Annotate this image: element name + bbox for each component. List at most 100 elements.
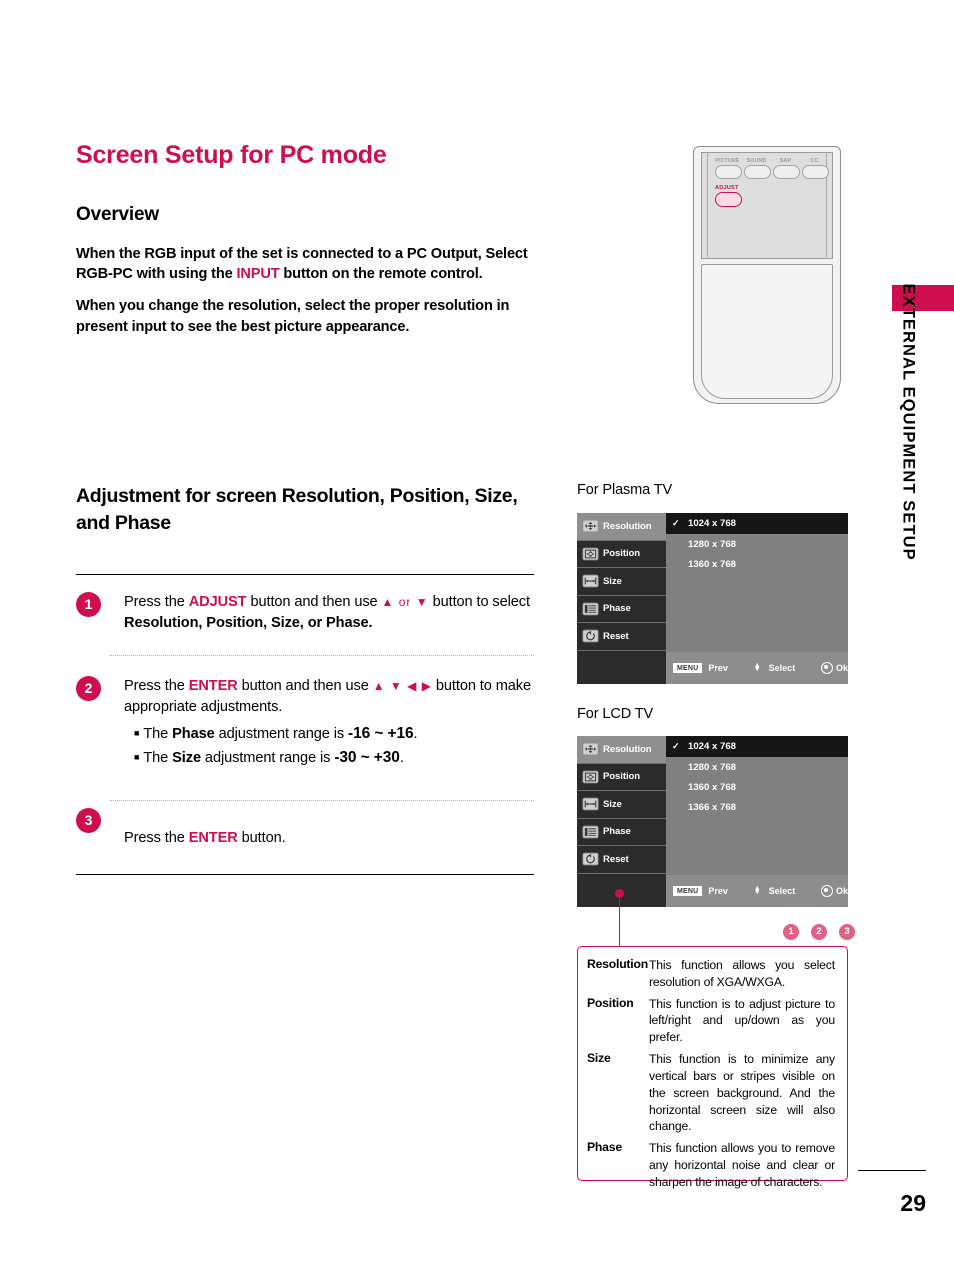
osd-item-phase[interactable]: Phase	[577, 596, 666, 623]
sound-button-cap	[744, 165, 771, 179]
adjust-button-label: ADJUST	[715, 185, 739, 191]
footer-prev[interactable]: MENU Prev	[673, 663, 728, 673]
bullet-square-icon: ■	[134, 728, 140, 739]
remote-sap-button[interactable]: SAP	[773, 158, 800, 179]
step-3-number: 3	[76, 808, 101, 833]
marker-2: 2	[811, 924, 827, 940]
bullet-2-term: Size	[172, 750, 201, 767]
osd-option-label: 1024 x 768	[688, 741, 737, 752]
footer-select[interactable]: ▲ ▼ Select	[754, 662, 796, 673]
lcd-osd-options: ✓ 1024 x 768 1280 x 768 1360 x 768 1366 …	[666, 736, 848, 907]
cc-button-cap	[802, 165, 829, 179]
step-2-number: 2	[76, 676, 101, 701]
osd-label-resolution: Resolution	[603, 520, 652, 532]
osd-item-reset[interactable]: Reset	[577, 623, 666, 651]
adjust-keyword: ADJUST	[188, 594, 247, 610]
ok-label: Ok	[835, 886, 848, 896]
bullet-1-range: -16 ~ +16	[348, 725, 414, 743]
osd-item-size[interactable]: Size	[577, 791, 666, 819]
marker-1: 1	[783, 924, 799, 940]
step-1-part3: button to select	[428, 594, 530, 610]
page-title: Screen Setup for PC mode	[76, 141, 387, 169]
remote-lower-panel	[701, 264, 833, 399]
osd-label-position: Position	[603, 771, 641, 783]
osd-item-resolution[interactable]: Resolution	[577, 513, 666, 541]
phase-bars-icon	[582, 602, 599, 616]
bullet-2-post: .	[399, 750, 404, 767]
osd-option[interactable]: 1360 x 768	[666, 777, 848, 797]
description-resolution: Resolution This function allows you sele…	[587, 957, 835, 991]
osd-option[interactable]: 1366 x 768	[666, 797, 848, 817]
osd-option[interactable]: 1280 x 768	[666, 534, 848, 554]
osd-option-label: 1366 x 768	[688, 801, 737, 813]
plasma-osd-footer: MENU Prev ▲ ▼ Select Ok	[666, 652, 848, 684]
step-2-part1: Press the	[124, 678, 189, 694]
select-label: Select	[768, 663, 796, 673]
description-text: This function allows you select resoluti…	[649, 958, 835, 989]
footer-ok[interactable]: Ok	[820, 885, 848, 897]
description-phase: Phase This function allows you to remove…	[587, 1140, 835, 1190]
osd-option[interactable]: 1280 x 768	[666, 757, 848, 777]
step-3-text: Press the ENTER button.	[124, 808, 538, 849]
input-keyword: INPUT	[236, 266, 280, 283]
osd-item-position[interactable]: Position	[577, 764, 666, 791]
step-3-part1: Press the	[124, 830, 189, 846]
step-1-bold-items: Resolution, Position, Size, or Phase.	[124, 615, 373, 632]
four-way-arrow-icon	[582, 519, 599, 533]
ok-label: Ok	[835, 663, 848, 673]
osd-option-selected[interactable]: ✓ 1024 x 768	[666, 513, 848, 534]
bullet-2-range: -30 ~ +30	[334, 749, 400, 767]
position-frame-icon	[582, 770, 599, 784]
osd-option-selected[interactable]: ✓ 1024 x 768	[666, 736, 848, 757]
remote-sound-button[interactable]: SOUND	[744, 158, 771, 179]
remote-adjust-button[interactable]: ADJUST	[715, 185, 747, 207]
remote-cc-button[interactable]: CC	[802, 158, 829, 179]
description-term: Size	[587, 1051, 611, 1066]
remote-button-row: PICTURE SOUND SAP CC	[715, 158, 829, 179]
bullet-phase-range: ■ The Phase adjustment range is -16 ~ +16…	[134, 722, 538, 746]
description-term: Position	[587, 995, 634, 1010]
osd-label-size: Size	[603, 798, 622, 810]
manual-page: Screen Setup for PC mode Overview When t…	[0, 0, 954, 1272]
description-term: Phase	[587, 1140, 622, 1155]
osd-item-resolution[interactable]: Resolution	[577, 736, 666, 764]
step-1-text: Press the ADJUST button and then use ▲ o…	[124, 592, 538, 634]
footer-ok[interactable]: Ok	[820, 662, 848, 674]
step-3-part2: button.	[237, 830, 286, 846]
sap-button-cap	[773, 165, 800, 179]
osd-option-label: 1024 x 768	[688, 518, 737, 529]
osd-option-label: 1360 x 768	[688, 781, 737, 793]
osd-label-phase: Phase	[603, 826, 631, 838]
position-frame-icon	[582, 547, 599, 561]
description-size: Size This function is to minimize any ve…	[587, 1051, 835, 1135]
four-way-arrow-icon	[582, 742, 599, 756]
osd-item-phase[interactable]: Phase	[577, 819, 666, 846]
prev-label: Prev	[708, 663, 728, 673]
osd-label-position: Position	[603, 548, 641, 560]
plasma-osd-options: ✓ 1024 x 768 1280 x 768 1360 x 768 MENU …	[666, 513, 848, 684]
step-1-arrows: ▲ or ▼	[381, 595, 429, 609]
footer-prev[interactable]: MENU Prev	[673, 886, 728, 896]
osd-item-reset[interactable]: Reset	[577, 846, 666, 874]
page-number: 29	[900, 1190, 926, 1216]
osd-label-reset: Reset	[603, 853, 629, 865]
ok-circle-icon	[820, 885, 833, 897]
step-1-part1: Press the	[124, 594, 189, 610]
cc-button-label: CC	[810, 158, 819, 164]
sap-button-label: SAP	[779, 158, 792, 164]
section-side-label: EXTERNAL EQUIPMENT SETUP	[899, 283, 918, 561]
ok-circle-icon	[820, 662, 833, 674]
osd-item-size[interactable]: Size	[577, 568, 666, 596]
footer-select[interactable]: ▲ ▼ Select	[754, 885, 795, 896]
step-2-part2: button and then use	[237, 678, 373, 694]
step-1-part2: button and then use	[246, 594, 382, 610]
plasma-osd-menu: Resolution Position Size Phase Reset ✓ 1…	[577, 513, 848, 684]
overview-heading: Overview	[76, 203, 159, 225]
osd-option[interactable]: 1360 x 768	[666, 554, 848, 574]
remote-picture-button[interactable]: PICTURE	[715, 158, 742, 179]
overview-paragraph-1: When the RGB input of the set is connect…	[76, 244, 538, 285]
osd-item-position[interactable]: Position	[577, 541, 666, 568]
description-position: Position This function is to adjust pict…	[587, 996, 835, 1046]
step-2: 2 Press the ENTER button and then use ▲ …	[76, 676, 538, 770]
bullet-1-term: Phase	[172, 726, 215, 743]
